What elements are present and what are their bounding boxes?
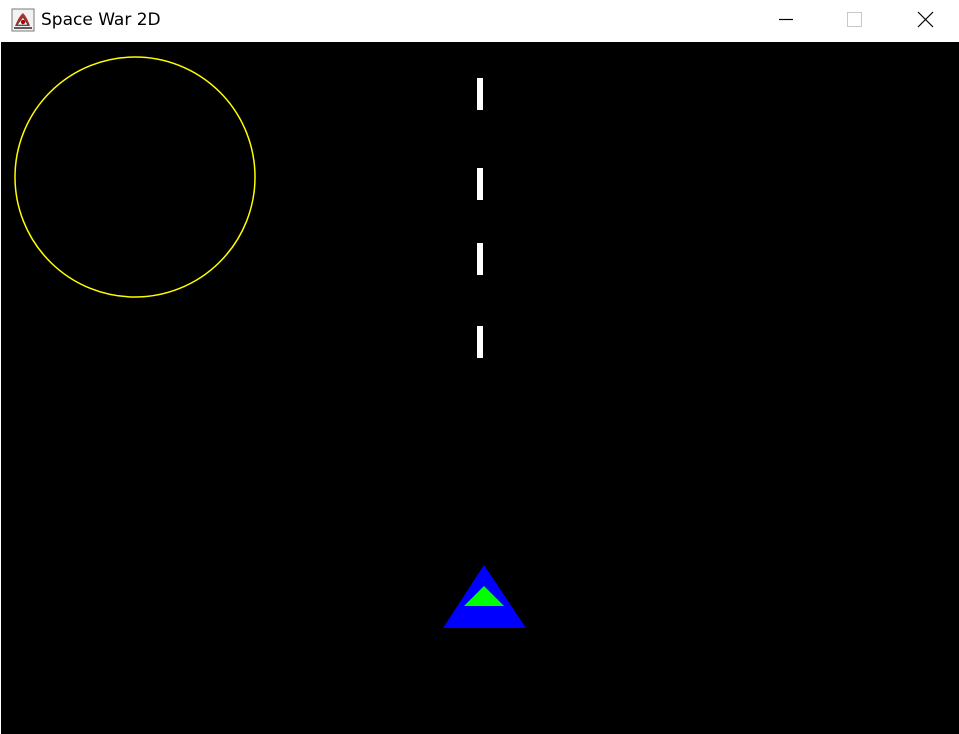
close-button[interactable] xyxy=(892,0,958,42)
laser-bullet xyxy=(477,326,483,358)
window-title: Space War 2D xyxy=(41,10,161,30)
game-canvas[interactable] xyxy=(1,42,959,734)
title-bar[interactable]: Space War 2D xyxy=(0,0,959,42)
laser-bullet xyxy=(477,243,483,275)
player-ship xyxy=(443,565,526,628)
maximize-button[interactable] xyxy=(821,0,887,42)
laser-bullet xyxy=(477,78,483,110)
maximize-icon xyxy=(847,12,862,27)
minimize-icon xyxy=(779,18,793,21)
app-window: Space War 2D xyxy=(0,0,959,734)
minimize-button[interactable] xyxy=(752,0,818,42)
close-icon xyxy=(917,11,934,28)
java-app-icon xyxy=(11,8,35,32)
planet-outline xyxy=(14,56,256,298)
laser-bullet xyxy=(477,168,483,200)
